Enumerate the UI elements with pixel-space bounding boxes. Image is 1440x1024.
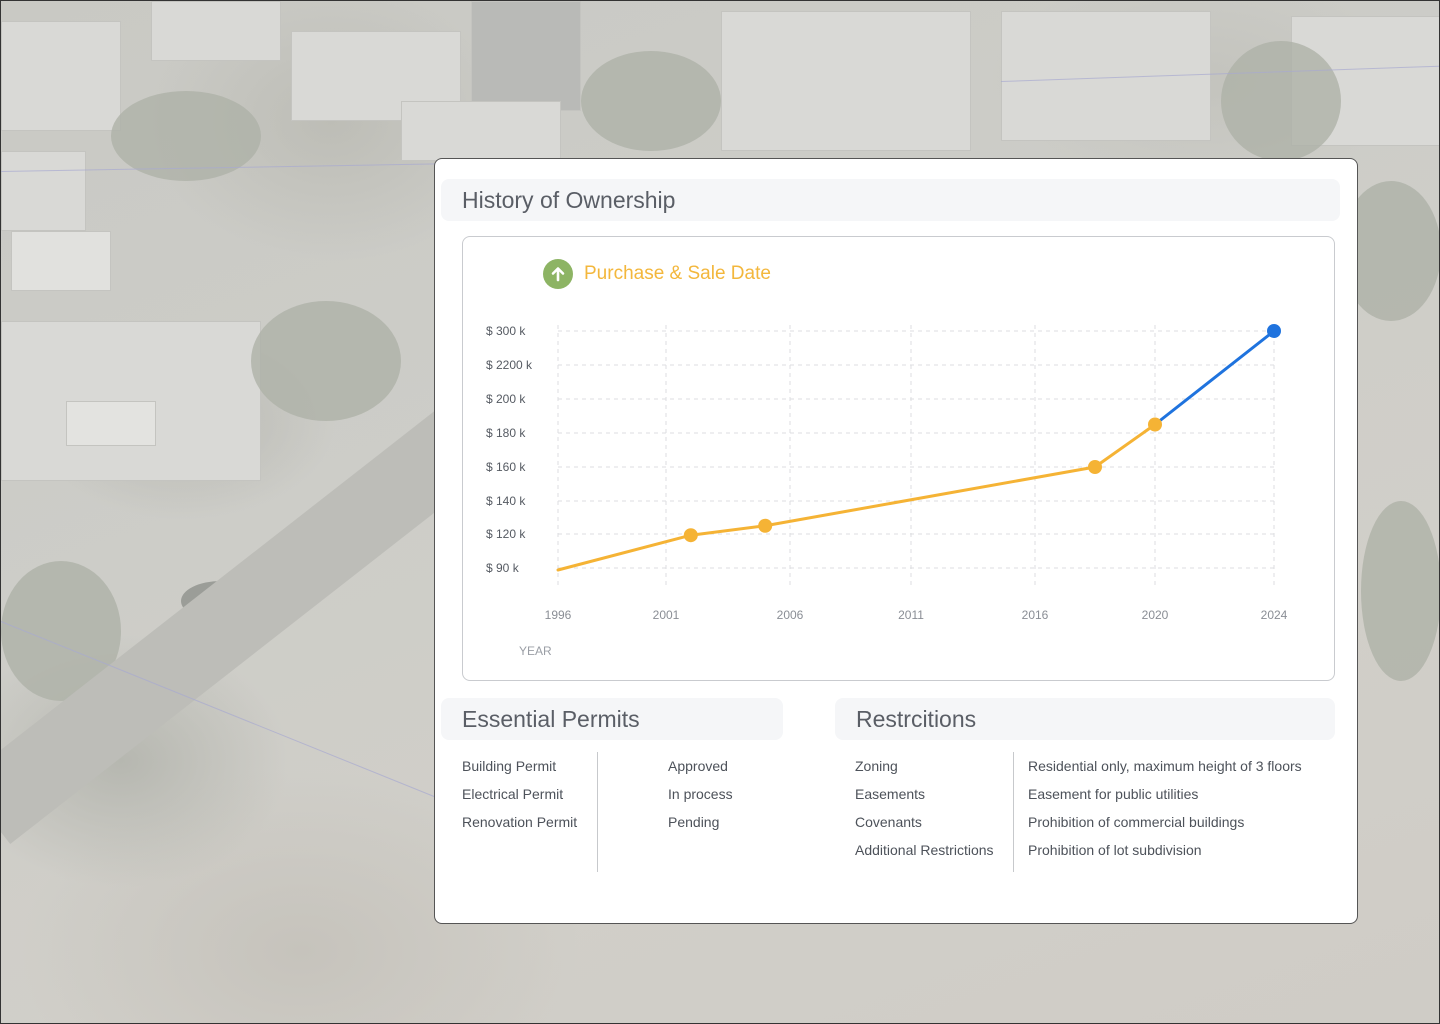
ownership-title: History of Ownership	[462, 186, 676, 213]
ownership-chart: Purchase & Sale Date $ 300 k $ 2200 k $ 20…	[462, 236, 1335, 681]
restrictions-header: Restrcitions	[835, 698, 1335, 740]
y-tick-label: $ 90 k	[486, 561, 520, 575]
restriction-detail: Prohibition of lot subdivision	[1028, 842, 1202, 858]
data-point	[1267, 324, 1281, 338]
restriction-detail: Easement for public utilities	[1028, 786, 1199, 802]
property-details-card: History of Ownership Purchase & Sale Dat…	[434, 158, 1358, 924]
permits-title: Essential Permits	[462, 705, 640, 732]
restriction-detail: Residential only, maximum height of 3 fl…	[1028, 758, 1302, 774]
data-point	[758, 518, 773, 533]
permit-status: Pending	[668, 814, 720, 830]
rooftop	[471, 1, 581, 111]
restriction-name: Zoning	[855, 758, 898, 774]
series-line	[556, 423, 1157, 572]
tree	[581, 51, 721, 151]
rooftop	[721, 11, 971, 151]
ownership-header: History of Ownership	[441, 179, 1340, 221]
x-tick-label: 1996	[545, 608, 572, 622]
tree	[251, 301, 401, 421]
restrictions-detail-list: Residential only, maximum height of 3 fl…	[1028, 752, 1348, 864]
data-point	[1148, 417, 1162, 432]
x-tick-label: 2020	[1142, 608, 1169, 622]
data-point	[1088, 460, 1102, 474]
x-tick-label: 2001	[653, 608, 680, 622]
restriction-name: Easements	[855, 786, 926, 802]
tree	[1221, 41, 1341, 161]
permit-name: Building Permit	[462, 758, 557, 774]
y-tick-label: $ 300 k	[486, 324, 526, 338]
restriction-name: Covenants	[855, 814, 922, 830]
permit-name: Renovation Permit	[462, 814, 578, 830]
rooftop	[1001, 11, 1211, 141]
x-tick-label: 2024	[1261, 608, 1288, 622]
x-tick-label: 2006	[777, 608, 804, 622]
rooftop	[151, 1, 281, 61]
y-tick-label: $ 120 k	[486, 527, 526, 541]
tree	[1361, 501, 1439, 681]
rooftop	[66, 401, 156, 446]
permits-divider	[597, 752, 598, 872]
permit-status: Approved	[668, 758, 728, 774]
permit-status: In process	[668, 786, 733, 802]
permits-status-list: Approved In process Pending	[668, 752, 778, 836]
series-line	[1153, 329, 1276, 426]
y-tick-label: $ 180 k	[486, 426, 526, 440]
restrictions-divider	[1013, 752, 1014, 872]
y-tick-label: $ 160 k	[486, 460, 526, 474]
y-tick-label: $ 140 k	[486, 494, 526, 508]
rooftop	[1, 151, 86, 231]
data-point	[683, 528, 698, 543]
x-axis-title: YEAR	[519, 644, 552, 658]
rooftop	[1, 21, 121, 131]
restriction-name: Additional Restrictions	[855, 842, 994, 858]
x-tick-label: 2016	[1022, 608, 1049, 622]
restriction-detail: Prohibition of commercial buildings	[1028, 814, 1245, 830]
x-tick-label: 2011	[898, 608, 924, 622]
permits-name-list: Building Permit Electrical Permit Renova…	[462, 752, 597, 836]
y-tick-label: $ 2200 k	[486, 358, 533, 372]
restrictions-name-list: Zoning Easements Covenants Additional Re…	[855, 752, 1013, 864]
restrictions-title: Restrcitions	[856, 705, 977, 732]
rooftop	[11, 231, 111, 291]
permit-name: Electrical Permit	[462, 786, 564, 802]
rooftop	[401, 101, 561, 161]
line-chart: $ 300 k $ 2200 k $ 200 k $ 180 k $ 160 k $ 14…	[486, 324, 1288, 658]
permits-header: Essential Permits	[441, 698, 783, 740]
y-tick-label: $ 200 k	[486, 392, 526, 406]
